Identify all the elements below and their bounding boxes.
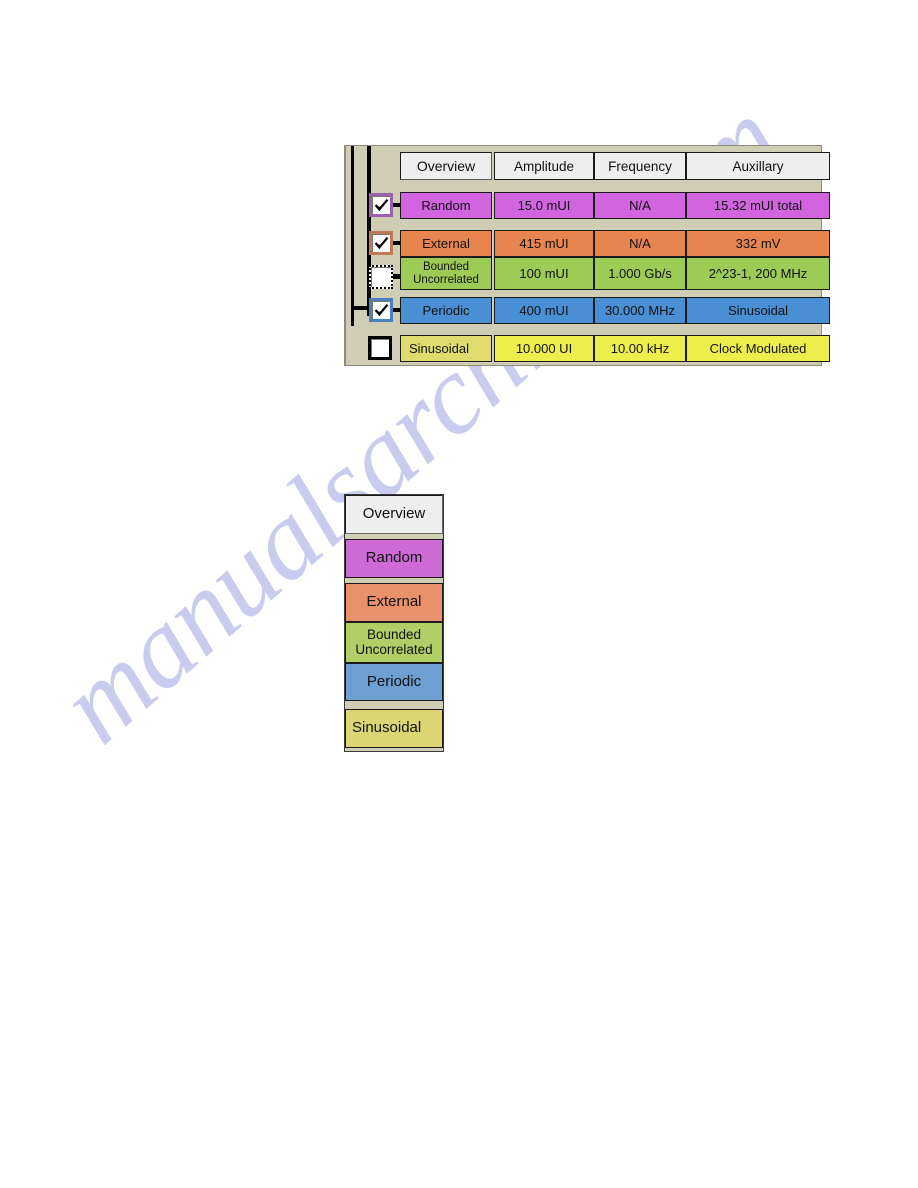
checkbox-bounded-uncorrelated-inner — [371, 267, 391, 287]
legend-item-bounded-line2: Uncorrelated — [355, 641, 433, 657]
cell-random-amplitude: 15.0 mUI — [494, 192, 594, 219]
cell-external-amplitude: 415 mUI — [494, 230, 594, 257]
row-label-sinusoidal[interactable]: Sinusoidal — [400, 335, 492, 362]
checkmark-icon — [374, 237, 389, 250]
cell-sinusoidal-amplitude: 10.000 UI — [494, 335, 594, 362]
column-header-frequency[interactable]: Frequency — [594, 152, 686, 180]
row-label-external-text: External — [422, 235, 470, 251]
checkbox-periodic[interactable] — [369, 298, 393, 322]
cell-sinusoidal-amplitude-text: 10.000 UI — [515, 341, 573, 356]
cell-periodic-frequency-text: 30.000 MHz — [604, 303, 676, 318]
legend-item-sinusoidal[interactable]: Sinusoidal — [345, 709, 443, 748]
checkbox-external[interactable] — [369, 231, 393, 255]
cell-random-auxillary-text: 15.32 mUI total — [713, 198, 803, 213]
legend-item-random-label: Random — [365, 549, 423, 567]
cell-periodic-auxillary-text: Sinusoidal — [728, 303, 788, 318]
legend-item-bounded-uncorrelated[interactable]: Bounded Uncorrelated — [345, 622, 443, 663]
cell-random-auxillary: 15.32 mUI total — [686, 192, 830, 219]
cell-sinusoidal-auxillary-text: Clock Modulated — [709, 341, 807, 356]
jitter-legend: Overview Random External Bounded Uncorre… — [344, 494, 444, 752]
row-label-bounded-line2: Uncorrelated — [413, 273, 479, 286]
cell-periodic-auxillary: Sinusoidal — [686, 297, 830, 324]
cell-bounded-auxillary-text: 2^23-1, 200 MHz — [708, 266, 808, 281]
cell-sinusoidal-frequency: 10.00 kHz — [594, 335, 686, 362]
column-header-auxillary-text: Auxillary — [732, 158, 784, 174]
overview-tab-button[interactable]: Overview — [400, 152, 492, 180]
legend-item-external[interactable]: External — [345, 583, 443, 622]
tree-line-outer-vertical — [351, 146, 354, 326]
data-grid: Amplitude Frequency Auxillary 15.0 mUI N… — [494, 146, 830, 365]
checkmark-icon — [374, 304, 389, 317]
cell-external-amplitude-text: 415 mUI — [519, 236, 569, 251]
checkbox-random[interactable] — [369, 193, 393, 217]
cell-periodic-amplitude-text: 400 mUI — [519, 303, 569, 318]
checkbox-sinusoidal[interactable] — [368, 336, 392, 360]
legend-item-external-label: External — [366, 593, 422, 611]
overview-tab-label: Overview — [416, 158, 476, 174]
row-label-external[interactable]: External — [400, 230, 492, 257]
cell-bounded-auxillary: 2^23-1, 200 MHz — [686, 257, 830, 290]
legend-item-overview-label: Overview — [362, 505, 426, 523]
checkbox-sinusoidal-inner — [371, 339, 389, 357]
cell-external-frequency: N/A — [594, 230, 686, 257]
row-label-periodic-text: Periodic — [422, 302, 470, 318]
cell-external-auxillary: 332 mV — [686, 230, 830, 257]
legend-item-bounded-line1: Bounded — [366, 626, 422, 642]
checkbox-external-inner — [372, 234, 390, 252]
cell-bounded-frequency: 1.000 Gb/s — [594, 257, 686, 290]
cell-random-frequency: N/A — [594, 192, 686, 219]
checkmark-icon — [374, 199, 389, 212]
column-header-auxillary[interactable]: Auxillary — [686, 152, 830, 180]
checkbox-bounded-uncorrelated[interactable] — [369, 265, 393, 289]
column-header-amplitude[interactable]: Amplitude — [494, 152, 594, 180]
row-label-bounded-uncorrelated[interactable]: Bounded Uncorrelated — [400, 257, 492, 290]
column-header-frequency-text: Frequency — [608, 158, 672, 174]
cell-bounded-amplitude-text: 100 mUI — [519, 266, 569, 281]
row-label-bounded-line1: Bounded — [422, 261, 470, 274]
legend-item-random[interactable]: Random — [345, 539, 443, 578]
legend-item-periodic-label: Periodic — [366, 672, 422, 690]
row-label-random-text: Random — [421, 197, 471, 213]
cell-external-frequency-text: N/A — [629, 236, 651, 251]
cell-random-amplitude-text: 15.0 mUI — [517, 198, 571, 213]
column-header-amplitude-text: Amplitude — [513, 158, 575, 174]
row-label-sinusoidal-text: Sinusoidal — [409, 340, 469, 356]
cell-bounded-amplitude: 100 mUI — [494, 257, 594, 290]
cell-periodic-frequency: 30.000 MHz — [594, 297, 686, 324]
cell-random-frequency-text: N/A — [629, 198, 651, 213]
checkbox-random-inner — [372, 196, 390, 214]
checkbox-periodic-inner — [372, 301, 390, 319]
jitter-overview-table: Overview Random External Bounded Uncorre… — [344, 145, 830, 366]
legend-item-periodic[interactable]: Periodic — [345, 663, 443, 701]
cell-external-auxillary-text: 332 mV — [735, 236, 781, 251]
row-label-periodic[interactable]: Periodic — [400, 297, 492, 324]
cell-periodic-amplitude: 400 mUI — [494, 297, 594, 324]
cell-bounded-frequency-text: 1.000 Gb/s — [608, 266, 672, 281]
legend-item-sinusoidal-label: Sinusoidal — [352, 719, 422, 737]
legend-item-overview[interactable]: Overview — [345, 495, 443, 534]
cell-sinusoidal-frequency-text: 10.00 kHz — [610, 341, 670, 356]
row-label-random[interactable]: Random — [400, 192, 492, 219]
cell-sinusoidal-auxillary: Clock Modulated — [686, 335, 830, 362]
